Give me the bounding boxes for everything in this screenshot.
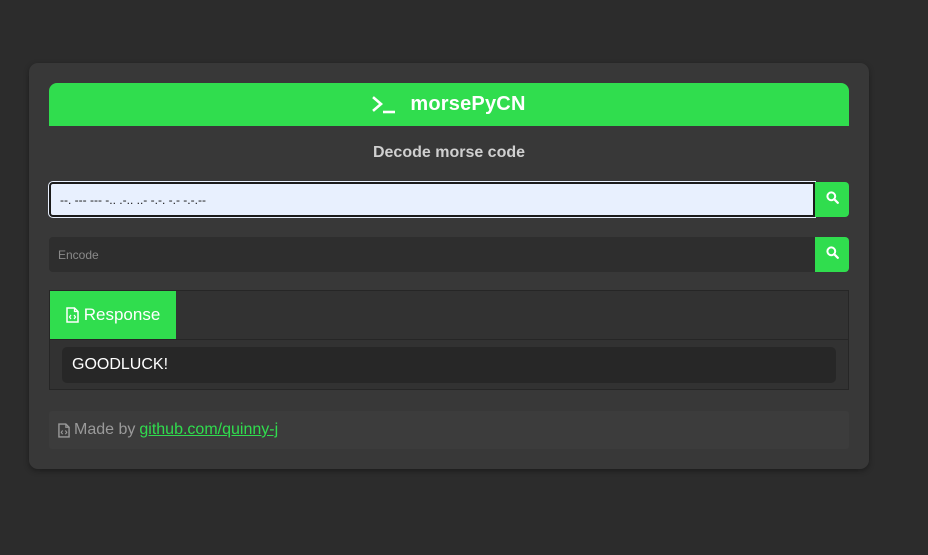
search-icon (825, 190, 839, 209)
decode-input[interactable] (49, 182, 815, 217)
main-card: morsePyCN Decode morse code --. --- --- … (29, 63, 869, 469)
response-output: GOODLUCK! (62, 347, 836, 383)
tab-bar: Response (50, 291, 848, 340)
app-header: morsePyCN (49, 83, 849, 126)
footer-github-link[interactable]: github.com/quinny-j (139, 421, 278, 439)
encode-row (49, 237, 849, 272)
encode-search-button[interactable] (815, 237, 849, 272)
decode-row (49, 182, 849, 217)
search-icon (825, 245, 839, 264)
page-subtitle: Decode morse code (372, 144, 526, 161)
decode-search-button[interactable] (815, 182, 849, 217)
footer-prefix: Made by (74, 421, 136, 438)
file-code-icon (58, 422, 70, 438)
terminal-icon (372, 95, 396, 114)
encode-input[interactable] (49, 237, 815, 272)
footer: Made by github.com/quinny-j (49, 411, 849, 449)
tab-response[interactable]: Response (50, 291, 176, 339)
file-code-icon (65, 307, 79, 323)
app-title: morsePyCN (410, 93, 526, 115)
tab-response-label: Response (83, 305, 161, 324)
response-panel: Response GOODLUCK! (49, 290, 849, 390)
